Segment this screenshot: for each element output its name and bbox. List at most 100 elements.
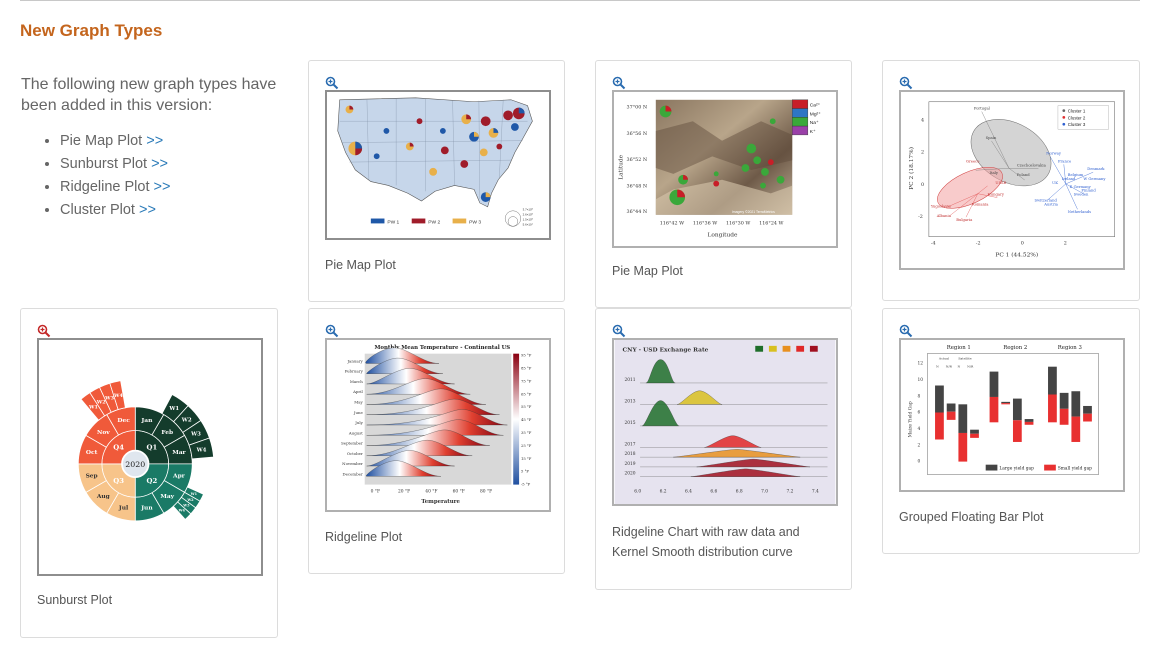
xtick: 0 <box>1021 241 1024 247</box>
ridgeline-x-axis: 0 °F 20 °F 40 °F 60 °F 80 °F Temperature <box>371 489 493 505</box>
zoom-in-icon[interactable] <box>37 324 51 338</box>
colorbar-tick: 85 °F <box>521 367 532 371</box>
feature-label: Cluster Plot <box>60 202 135 218</box>
ridge-month-label: August <box>348 430 363 435</box>
ytick: 2 <box>921 150 924 156</box>
legend-pw2: PW 2 <box>428 219 440 225</box>
ytick: 4 <box>921 117 924 123</box>
pie-map-terrain-graphic: Ca²⁺ Mg²⁺ Na⁺ K⁺ Imagery ©2021 TerraMetr… <box>619 99 821 238</box>
feature-item: Cluster Plot >> <box>60 199 170 222</box>
x-axis-label: Longitude <box>707 232 738 238</box>
ridge-month-label: June <box>353 410 364 415</box>
floating-bar <box>1012 398 1022 442</box>
xtick: 116°36 W <box>693 221 717 227</box>
ridgeline-exchange-thumbnail[interactable]: CNY - USD Exchange Rate 2011 2013 2015 2017… <box>612 338 838 506</box>
floating-bar <box>958 404 968 462</box>
feature-link[interactable]: >> <box>151 156 168 172</box>
ytick: 37°00 N <box>627 105 648 111</box>
xtick: 20 °F <box>398 489 410 494</box>
feature-link[interactable]: >> <box>154 179 171 195</box>
zoom-in-icon[interactable] <box>612 324 626 338</box>
floating-bar-thumbnail[interactable]: Region 1 Region 2 Region 3 Actual Satell… <box>899 338 1125 492</box>
floating-bar <box>1083 405 1092 422</box>
sunburst-quarter-label: Q3 <box>113 477 124 485</box>
xtick: 6.4 <box>685 489 692 494</box>
label-red: USSR <box>995 181 1006 185</box>
zoom-in-icon[interactable] <box>899 76 913 90</box>
sunburst-month-label: Apr <box>172 473 186 480</box>
sunburst-month-label: Aug <box>96 493 110 500</box>
x-axis-label: Temperature <box>421 499 460 505</box>
pie-map-us-thumbnail[interactable]: PW 1 PW 2 PW 3 3.7×10⁵ 2.6×10⁵ 1.5×10⁵ 5… <box>325 90 551 240</box>
floating-bar-y-axis: 12 10 8 6 4 2 0 <box>918 362 924 465</box>
sunburst-month-label: Oct <box>86 449 98 456</box>
colorbar-tick: 5 °F <box>521 470 529 474</box>
card-pie-map-us: PW 1 PW 2 PW 3 3.7×10⁵ 2.6×10⁵ 1.5×10⁵ 5… <box>308 60 565 302</box>
colorbar-tick: 95 °F <box>521 354 532 358</box>
xtick: 7.0 <box>761 489 768 494</box>
sunburst-quarter-label: Q2 <box>147 477 158 485</box>
floating-bar <box>1048 366 1057 423</box>
sunburst-week-label: W1 <box>190 492 198 496</box>
ytick: 0 <box>918 460 921 465</box>
imagery-credit: Imagery ©2021 TerraMetrics <box>732 210 775 214</box>
ridge-month-label: July <box>354 420 363 425</box>
card-caption: Sunburst Plot <box>37 593 113 607</box>
sunburst-month-label: Nov <box>97 429 110 436</box>
feature-link[interactable]: >> <box>146 133 163 149</box>
legend-mg: Mg²⁺ <box>810 111 821 117</box>
label-blue: Sweden <box>1074 193 1089 197</box>
xtick: 6.6 <box>710 489 717 494</box>
zoom-in-icon[interactable] <box>325 324 339 338</box>
legend-cluster-3: Cluster 3 <box>1068 122 1086 127</box>
card-ridgeline-plot: Monthly Mean Temperature - Continental U… <box>308 308 565 574</box>
sunburst-month-label: Jan <box>141 417 154 424</box>
zoom-in-icon[interactable] <box>612 76 626 90</box>
ridge-month-label: September <box>341 441 363 446</box>
legend-na: Na⁺ <box>810 120 819 126</box>
colorbar-tick: 65 °F <box>521 392 532 396</box>
card-caption: Ridgeline Chart with raw data and Kernel… <box>612 525 800 559</box>
floating-bar <box>1001 401 1011 405</box>
sunburst-month-label: May <box>160 493 174 500</box>
ridgeline-temp-thumbnail[interactable]: Monthly Mean Temperature - Continental U… <box>325 338 551 512</box>
card-caption: Ridgeline Plot <box>325 530 403 544</box>
pie-map-terrain-thumbnail[interactable]: Ca²⁺ Mg²⁺ Na⁺ K⁺ Imagery ©2021 TerraMetr… <box>612 90 838 248</box>
card-pie-map-terrain: Ca²⁺ Mg²⁺ Na⁺ K⁺ Imagery ©2021 TerraMetr… <box>595 60 852 308</box>
sunburst-thumbnail[interactable]: Q1 Q2 Q3 Q4 Jan Feb Mar Apr May Jun Jul Aug Sep Oct No… <box>37 338 263 576</box>
sunburst-month-label: Dec <box>117 417 130 424</box>
sunburst-center-label: 2020 <box>125 460 145 469</box>
fx-year-label: 2013 <box>624 399 635 404</box>
feature-link[interactable]: >> <box>139 202 156 218</box>
ytick: 4 <box>918 427 921 432</box>
card-caption: Pie Map Plot <box>612 264 683 278</box>
floating-bar <box>1024 419 1034 425</box>
fx-year-label: 2020 <box>624 472 635 477</box>
sunburst-quarter-label: Q1 <box>147 443 158 451</box>
label-blue: Norway <box>1046 152 1062 156</box>
xtick: 116°24 W <box>759 221 783 227</box>
label-gray: Greece <box>966 159 979 163</box>
ytick: 36°48 N <box>627 184 648 190</box>
terrain-legend: Ca²⁺ Mg²⁺ Na⁺ K⁺ <box>792 99 821 136</box>
sub-label: Actual <box>938 356 949 360</box>
cluster-plot-thumbnail[interactable]: Portugal Spain Greece Italy Poland Yugos… <box>899 90 1125 270</box>
fx-year-label: 2019 <box>624 462 635 467</box>
sub-label: N <box>957 364 960 368</box>
y-axis-label: Maize Yield Gap <box>909 401 914 437</box>
zoom-in-icon[interactable] <box>899 324 913 338</box>
label-red: Albania <box>936 214 952 218</box>
floating-bar <box>946 403 956 420</box>
colorbar-labels: 95 °F 85 °F 75 °F 65 °F 55 °F 45 °F 35 °F 25 °F… <box>521 354 532 487</box>
sunburst-week-label: W4 <box>196 447 207 453</box>
top-divider <box>20 0 1140 1</box>
ytick: 6 <box>918 411 921 416</box>
sub-label: Satellite <box>958 356 971 360</box>
zoom-in-icon[interactable] <box>325 76 339 90</box>
ridgeline-exchange-graphic: CNY - USD Exchange Rate 2011 2013 2015 2017… <box>614 340 836 504</box>
sunburst-week-label: W2 <box>186 498 194 502</box>
ytick: 8 <box>918 394 921 399</box>
colorbar-tick: 45 °F <box>521 418 532 422</box>
intro-text: The following new graph types have been … <box>21 76 277 114</box>
xtick: -4 <box>931 241 936 247</box>
